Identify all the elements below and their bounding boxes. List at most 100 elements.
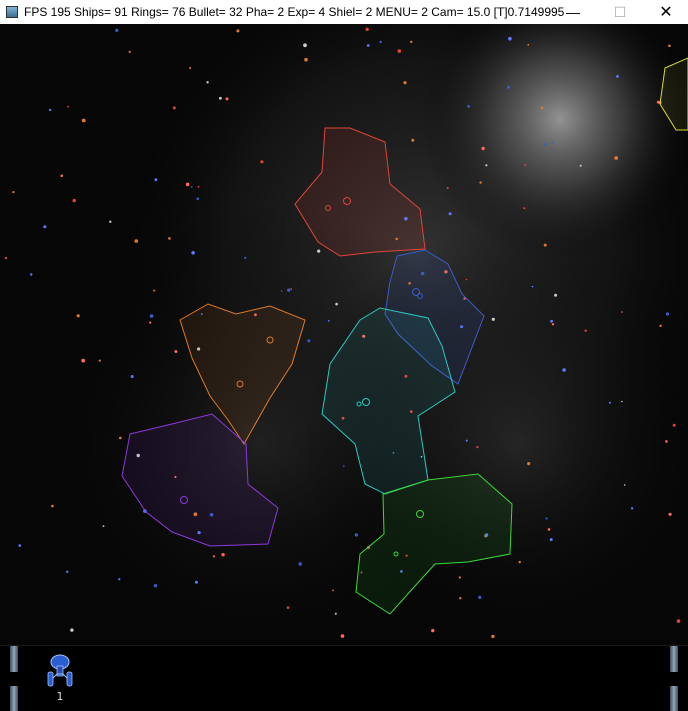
star	[115, 28, 119, 32]
star	[334, 612, 337, 615]
starship-icon	[47, 654, 73, 687]
star	[343, 465, 345, 467]
minimize-button[interactable]: —	[550, 0, 596, 24]
star	[168, 237, 171, 240]
star	[197, 185, 200, 188]
star	[458, 576, 461, 579]
star	[60, 174, 64, 178]
star	[478, 595, 482, 600]
star	[524, 163, 527, 166]
star	[304, 57, 308, 62]
star	[67, 105, 70, 108]
star	[549, 538, 553, 542]
hud-left-frame	[10, 646, 18, 711]
star	[547, 528, 551, 531]
star	[467, 104, 470, 108]
bottom-hud: 1	[0, 645, 688, 711]
star	[290, 288, 293, 290]
close-button[interactable]: ✕	[643, 0, 688, 24]
star	[397, 49, 402, 53]
star	[66, 570, 69, 573]
star	[672, 423, 676, 427]
star	[225, 97, 229, 101]
star	[185, 182, 190, 187]
star	[656, 100, 660, 104]
star	[584, 329, 587, 332]
star	[130, 375, 134, 378]
star	[72, 198, 76, 203]
star	[153, 289, 156, 292]
star	[543, 143, 547, 146]
star	[531, 285, 534, 288]
star	[523, 207, 526, 210]
star	[236, 29, 240, 33]
star	[491, 634, 495, 639]
star	[411, 138, 415, 142]
star	[172, 106, 176, 110]
maximize-button[interactable]: ☐	[597, 0, 643, 24]
star	[81, 118, 86, 123]
star	[212, 555, 215, 558]
space-scene[interactable]	[0, 24, 688, 645]
star	[286, 606, 290, 609]
star	[332, 589, 334, 592]
star	[189, 67, 192, 69]
star	[518, 560, 521, 564]
star	[191, 251, 195, 255]
star	[298, 562, 302, 566]
star	[554, 293, 558, 297]
star	[465, 278, 468, 281]
star	[616, 75, 619, 78]
star	[118, 578, 121, 581]
star	[508, 36, 512, 41]
star	[30, 273, 33, 276]
star	[550, 319, 553, 323]
star	[153, 584, 158, 588]
star	[491, 317, 495, 321]
star	[128, 50, 131, 53]
star	[366, 44, 370, 47]
star	[102, 525, 105, 527]
star	[614, 156, 619, 160]
star	[403, 81, 407, 85]
star	[340, 634, 345, 638]
star	[43, 225, 47, 229]
star	[76, 314, 80, 318]
star	[668, 44, 671, 48]
ship-count: 1	[56, 690, 64, 703]
star	[481, 146, 485, 151]
star	[545, 517, 548, 520]
star	[134, 239, 139, 243]
star	[551, 141, 554, 144]
star	[465, 439, 468, 442]
star	[379, 40, 382, 44]
star	[206, 81, 209, 84]
star	[48, 108, 52, 112]
star	[51, 504, 54, 508]
window-title: FPS 195 Ships= 91 Rings= 76 Bullet= 32 P…	[24, 5, 564, 19]
star	[4, 256, 8, 260]
star	[410, 40, 413, 44]
game-window: FPS 195 Ships= 91 Rings= 76 Bullet= 32 P…	[0, 0, 688, 711]
game-viewport[interactable]	[0, 24, 688, 645]
star	[621, 400, 623, 403]
hud-right-frame	[670, 646, 678, 711]
title-bar[interactable]: FPS 195 Ships= 91 Rings= 76 Bullet= 32 P…	[0, 0, 688, 24]
star	[317, 249, 321, 253]
star	[335, 302, 338, 306]
star	[354, 533, 359, 537]
star	[149, 321, 152, 324]
star	[623, 484, 626, 486]
star	[459, 597, 462, 600]
star	[221, 553, 225, 557]
star	[562, 368, 566, 372]
star	[280, 290, 283, 292]
star	[676, 619, 681, 623]
selected-ship-slot[interactable]: 1	[46, 652, 74, 704]
star	[668, 512, 672, 516]
star	[149, 314, 154, 318]
star	[448, 212, 452, 216]
star	[485, 164, 488, 167]
star	[196, 197, 200, 201]
star	[307, 339, 311, 343]
